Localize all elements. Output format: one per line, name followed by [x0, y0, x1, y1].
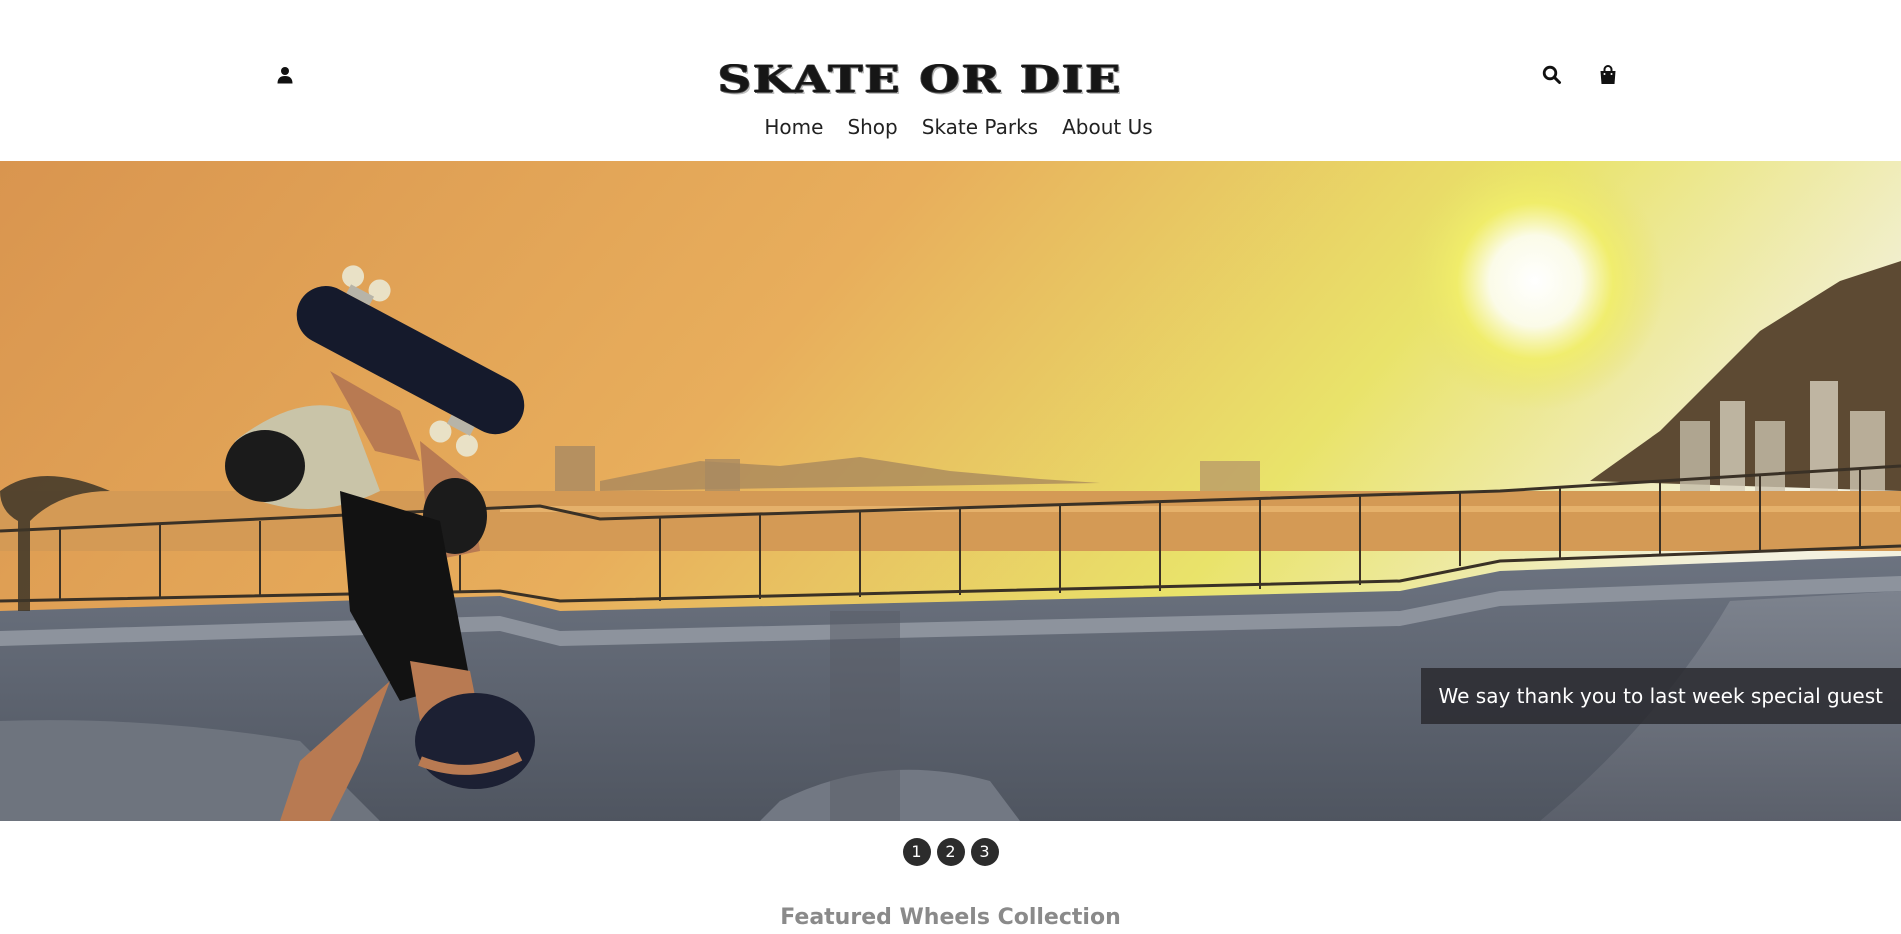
nav-item-shop[interactable]: Shop	[847, 112, 897, 142]
slider-dot-1[interactable]: 1	[902, 838, 931, 866]
cart-button[interactable]	[1594, 61, 1622, 89]
hero-slider[interactable]: We say thank you to last week special gu…	[0, 161, 1901, 821]
account-button[interactable]	[271, 61, 299, 89]
slider-dot-3[interactable]: 3	[970, 838, 999, 866]
user-icon	[277, 67, 293, 84]
slider-dot-2[interactable]: 2	[936, 838, 965, 866]
nav-item-about-us[interactable]: About Us	[1062, 112, 1153, 142]
search-icon	[1542, 65, 1561, 84]
main-nav: Home Shop Skate Parks About Us	[0, 112, 1901, 142]
shopping-bag-icon	[1600, 65, 1616, 84]
nav-item-skate-parks[interactable]: Skate Parks	[922, 112, 1038, 142]
featured-section-title: Featured Wheels Collection	[780, 905, 1121, 930]
site-logo[interactable]: SKATE OR DIE	[700, 55, 1140, 103]
slider-pagination: 1 2 3	[0, 838, 1901, 868]
site-header: SKATE OR DIE Home Shop Skate Parks About…	[0, 0, 1901, 161]
nav-item-home[interactable]: Home	[764, 112, 823, 142]
hero-caption: We say thank you to last week special gu…	[1420, 668, 1901, 724]
search-button[interactable]	[1538, 61, 1566, 89]
